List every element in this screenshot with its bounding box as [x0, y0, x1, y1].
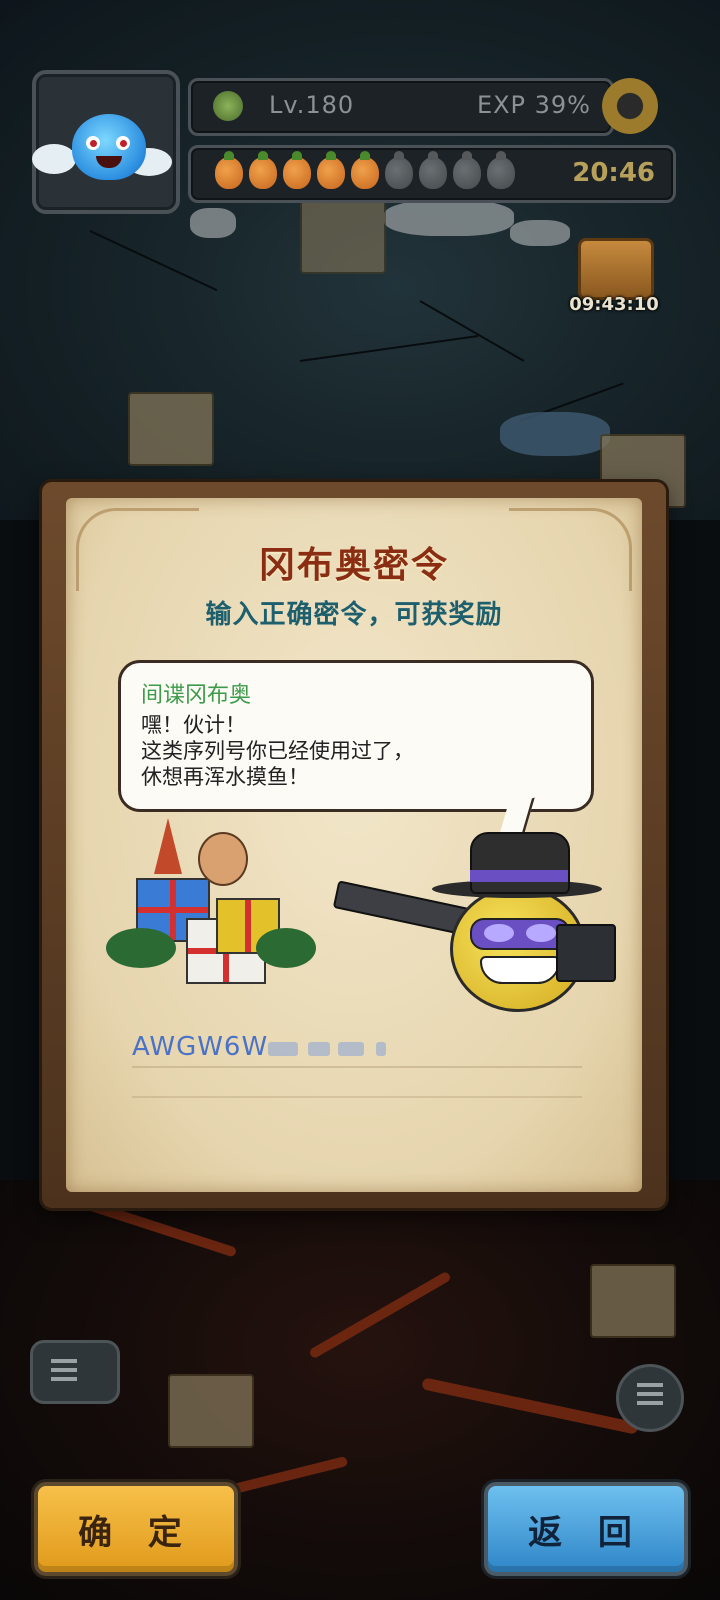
- dialog-panel: 冈布奥密令 输入正确密令，可获奖励 间谍冈布奥 嘿！伙计！ 这类序列号你已经使用…: [66, 498, 642, 1192]
- carrot-full-icon: [351, 151, 379, 189]
- carrot-empty-icon: [453, 151, 481, 189]
- carrot-full-icon: [249, 151, 277, 189]
- carrot-empty-icon: [419, 151, 447, 189]
- carrot-full-icon: [215, 151, 243, 189]
- energy-timer: 20:46: [572, 158, 655, 188]
- settings-button[interactable]: [596, 74, 666, 138]
- gear-icon: [598, 74, 662, 138]
- dialog-title: 冈布奥密令: [258, 545, 449, 586]
- energy-bar: 20:46: [188, 145, 676, 203]
- redaction-mark: [308, 1042, 330, 1056]
- redaction-mark: [338, 1042, 364, 1056]
- speech-bubble: 间谍冈布奥 嘿！伙计！ 这类序列号你已经使用过了， 休想再浑水摸鱼！: [118, 660, 594, 846]
- list-icon: [637, 1383, 663, 1387]
- redaction-mark: [376, 1042, 386, 1056]
- level-bar: Lv.180 EXP 39%: [188, 78, 614, 136]
- treasure-chest-event[interactable]: 09:43:10: [562, 228, 666, 320]
- chat-icon: [51, 1359, 77, 1363]
- menu-button[interactable]: [616, 1364, 684, 1432]
- carrot-empty-icon: [385, 151, 413, 189]
- message-line: 这类序列号你已经使用过了，: [141, 739, 414, 763]
- level-label: Lv.180: [269, 91, 355, 119]
- secret-code-dialog: 冈布奥密令 输入正确密令，可获奖励 间谍冈布奥 嘿！伙计！ 这类序列号你已经使用…: [42, 482, 666, 1208]
- redaction-mark: [268, 1042, 298, 1056]
- message-line: 嘿！伙计！: [141, 713, 246, 737]
- carrot-empty-icon: [487, 151, 515, 189]
- chat-button[interactable]: [30, 1340, 120, 1404]
- secret-code-input[interactable]: AWGW6W: [132, 1028, 582, 1068]
- message-line: 休想再浑水摸鱼！: [141, 765, 309, 789]
- input-underline: [132, 1096, 582, 1098]
- carrot-full-icon: [283, 151, 311, 189]
- energy-carrots: [215, 151, 515, 189]
- event-timer: 09:43:10: [569, 294, 659, 315]
- avatar-character-icon: [72, 114, 146, 180]
- code-value: AWGW6W: [132, 1032, 269, 1062]
- back-button[interactable]: 返 回: [484, 1482, 688, 1576]
- treasure-chest-icon: [578, 238, 654, 300]
- carrot-full-icon: [317, 151, 345, 189]
- dialog-subtitle: 输入正确密令，可获奖励: [205, 600, 503, 630]
- tree-icon: [213, 91, 243, 121]
- speaker-name: 间谍冈布奥: [141, 683, 252, 708]
- player-avatar[interactable]: [32, 70, 180, 214]
- confirm-button[interactable]: 确 定: [34, 1482, 238, 1576]
- exp-label: EXP 39%: [476, 91, 591, 119]
